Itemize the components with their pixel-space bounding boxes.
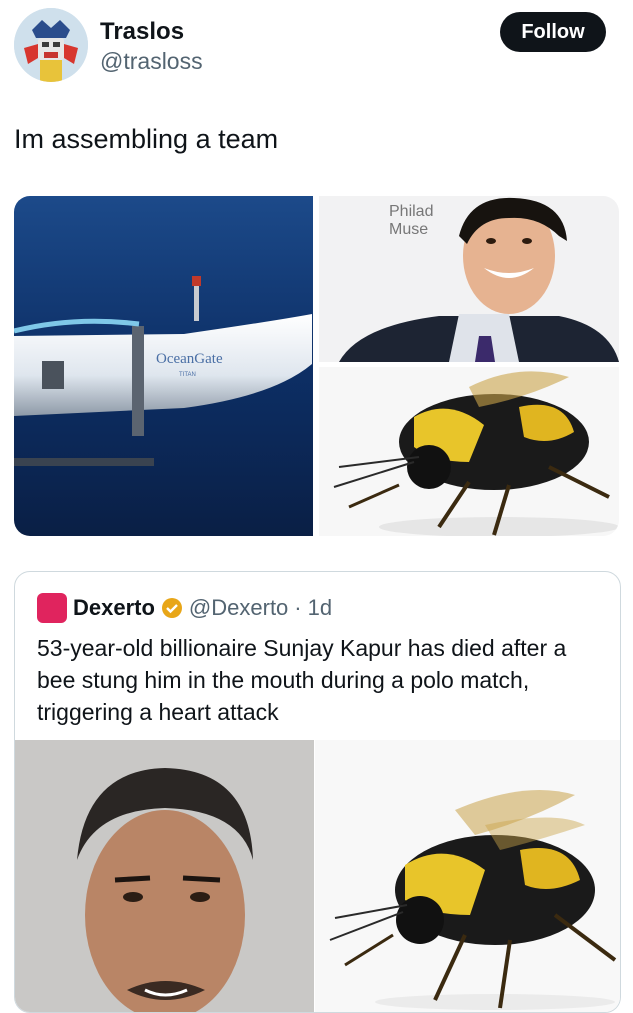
display-name[interactable]: Traslos <box>100 18 184 46</box>
oceangate-logo-text: OceanGate <box>156 351 223 367</box>
quote-bee-image[interactable] <box>315 740 620 1012</box>
portrait-image[interactable]: Philad Muse <box>319 196 619 362</box>
media-grid: OceanGate TITAN Philad Muse <box>14 196 619 536</box>
dexerto-logo-icon <box>37 593 67 623</box>
quote-separator: · <box>294 595 302 620</box>
bee-image[interactable] <box>319 367 619 536</box>
tweet-text: Im assembling a team <box>14 124 279 154</box>
verified-badge-icon <box>161 598 182 618</box>
avatar[interactable] <box>14 8 88 82</box>
quoted-tweet[interactable]: Dexerto @Dexerto · 1d 53-year-old billio… <box>14 571 621 1013</box>
quote-author-handle[interactable]: @Dexerto <box>189 595 288 621</box>
quote-text: 53-year-old billionaire Sunjay Kapur has… <box>37 635 567 725</box>
quote-header: Dexerto @Dexerto · 1d <box>37 593 332 623</box>
kapur-portrait-image[interactable] <box>15 740 314 1012</box>
user-handle[interactable]: @trasloss <box>100 48 203 75</box>
robot-avatar-icon <box>14 8 88 82</box>
museum-sign-line1: Philad <box>389 203 433 220</box>
museum-sign-line2: Muse <box>389 221 428 238</box>
follow-button[interactable]: Follow <box>500 12 606 52</box>
quote-author-name[interactable]: Dexerto <box>73 595 155 621</box>
quote-age[interactable]: 1d <box>308 595 332 621</box>
submarine-image[interactable]: OceanGate TITAN <box>14 196 313 536</box>
titan-logo-text: TITAN <box>179 372 196 378</box>
